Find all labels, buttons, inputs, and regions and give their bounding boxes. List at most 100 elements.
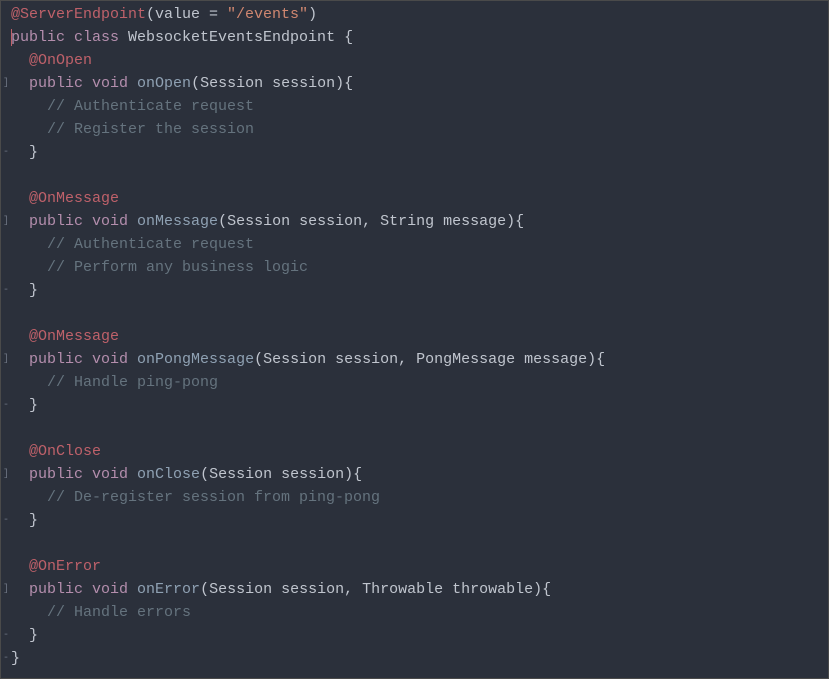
code-token: } [11,627,38,644]
code-line[interactable]: @OnClose [11,440,826,463]
code-token: (Session session, String message){ [218,213,524,230]
code-line[interactable]: // Register the session [11,118,826,141]
code-token: WebsocketEventsEndpoint [128,29,344,46]
code-line[interactable] [11,164,826,187]
code-line[interactable]: public void onOpen(Session session){ [11,72,826,95]
code-token: onError [137,581,200,598]
code-token: } [11,512,38,529]
fold-marker [1,371,11,394]
code-line[interactable]: // Perform any business logic [11,256,826,279]
code-token: @ServerEndpoint [11,6,146,23]
fold-marker [1,118,11,141]
code-line[interactable]: public void onPongMessage(Session sessio… [11,348,826,371]
code-token: @OnMessage [11,190,119,207]
code-token: (Session session){ [191,75,353,92]
code-token: public void [29,213,137,230]
code-token: // Handle ping-pong [11,374,218,391]
code-token: public void [29,466,137,483]
code-line[interactable]: // Authenticate request [11,233,826,256]
code-token: public class [11,29,128,46]
code-line[interactable]: @OnMessage [11,325,826,348]
code-line[interactable]: } [11,647,826,670]
fold-marker [1,233,11,256]
code-token: { [344,29,353,46]
code-line[interactable]: } [11,509,826,532]
fold-marker [1,256,11,279]
code-token: // Perform any business logic [11,259,308,276]
code-token: } [11,282,38,299]
code-token: } [11,397,38,414]
code-line[interactable]: } [11,624,826,647]
code-token: } [11,144,38,161]
code-token: onClose [137,466,200,483]
fold-marker [1,3,11,26]
code-line[interactable]: // Handle ping-pong [11,371,826,394]
code-line[interactable]: } [11,141,826,164]
code-token: public void [29,351,137,368]
editor-gutter: ]-]-]-]-]-- [1,1,11,678]
fold-marker [1,95,11,118]
fold-marker: - [1,394,11,417]
code-token: // Authenticate request [11,98,254,115]
code-token: public void [29,581,137,598]
fold-marker: ] [1,348,11,371]
fold-marker: ] [1,463,11,486]
fold-marker [1,555,11,578]
code-line[interactable]: } [11,394,826,417]
code-token: // Handle errors [11,604,191,621]
code-line[interactable]: @OnError [11,555,826,578]
code-line[interactable]: // Handle errors [11,601,826,624]
fold-marker [1,325,11,348]
fold-marker: - [1,141,11,164]
code-token: onMessage [137,213,218,230]
fold-marker: - [1,647,11,670]
code-token [11,351,29,368]
fold-marker [1,49,11,72]
code-token: @OnOpen [11,52,92,69]
code-token: public void [29,75,137,92]
code-token [11,213,29,230]
editor-code-area[interactable]: @ServerEndpoint(value = "/events")public… [11,1,828,678]
fold-marker [1,486,11,509]
fold-marker: ] [1,210,11,233]
code-line[interactable]: @OnMessage [11,187,826,210]
code-line[interactable] [11,417,826,440]
fold-marker [1,187,11,210]
fold-marker [1,532,11,555]
code-token [11,581,29,598]
code-token: "/events" [227,6,308,23]
code-token: } [11,650,20,667]
code-token: @OnError [11,558,101,575]
fold-marker: ] [1,72,11,95]
code-token: (Session session){ [200,466,362,483]
code-line[interactable] [11,532,826,555]
fold-marker: - [1,624,11,647]
code-line[interactable]: } [11,279,826,302]
fold-marker [1,601,11,624]
code-token: @OnClose [11,443,101,460]
code-token: // Register the session [11,121,254,138]
fold-marker [1,440,11,463]
code-line[interactable]: // De-register session from ping-pong [11,486,826,509]
code-token: // Authenticate request [11,236,254,253]
code-line[interactable]: @OnOpen [11,49,826,72]
code-line[interactable]: // Authenticate request [11,95,826,118]
code-line[interactable]: public void onError(Session session, Thr… [11,578,826,601]
fold-marker: - [1,509,11,532]
fold-marker: - [1,279,11,302]
code-line[interactable]: public void onMessage(Session session, S… [11,210,826,233]
code-token: @OnMessage [11,328,119,345]
fold-marker [1,302,11,325]
code-line[interactable]: public class WebsocketEventsEndpoint { [11,26,826,49]
code-line[interactable]: @ServerEndpoint(value = "/events") [11,3,826,26]
code-token: (Session session, PongMessage message){ [254,351,605,368]
code-editor[interactable]: ]-]-]-]-]-- @ServerEndpoint(value = "/ev… [1,1,828,678]
code-token: onOpen [137,75,191,92]
code-token: ) [308,6,317,23]
code-token: onPongMessage [137,351,254,368]
fold-marker [1,164,11,187]
code-line[interactable] [11,302,826,325]
code-token: (value = [146,6,227,23]
code-line[interactable]: public void onClose(Session session){ [11,463,826,486]
fold-marker [1,26,11,49]
